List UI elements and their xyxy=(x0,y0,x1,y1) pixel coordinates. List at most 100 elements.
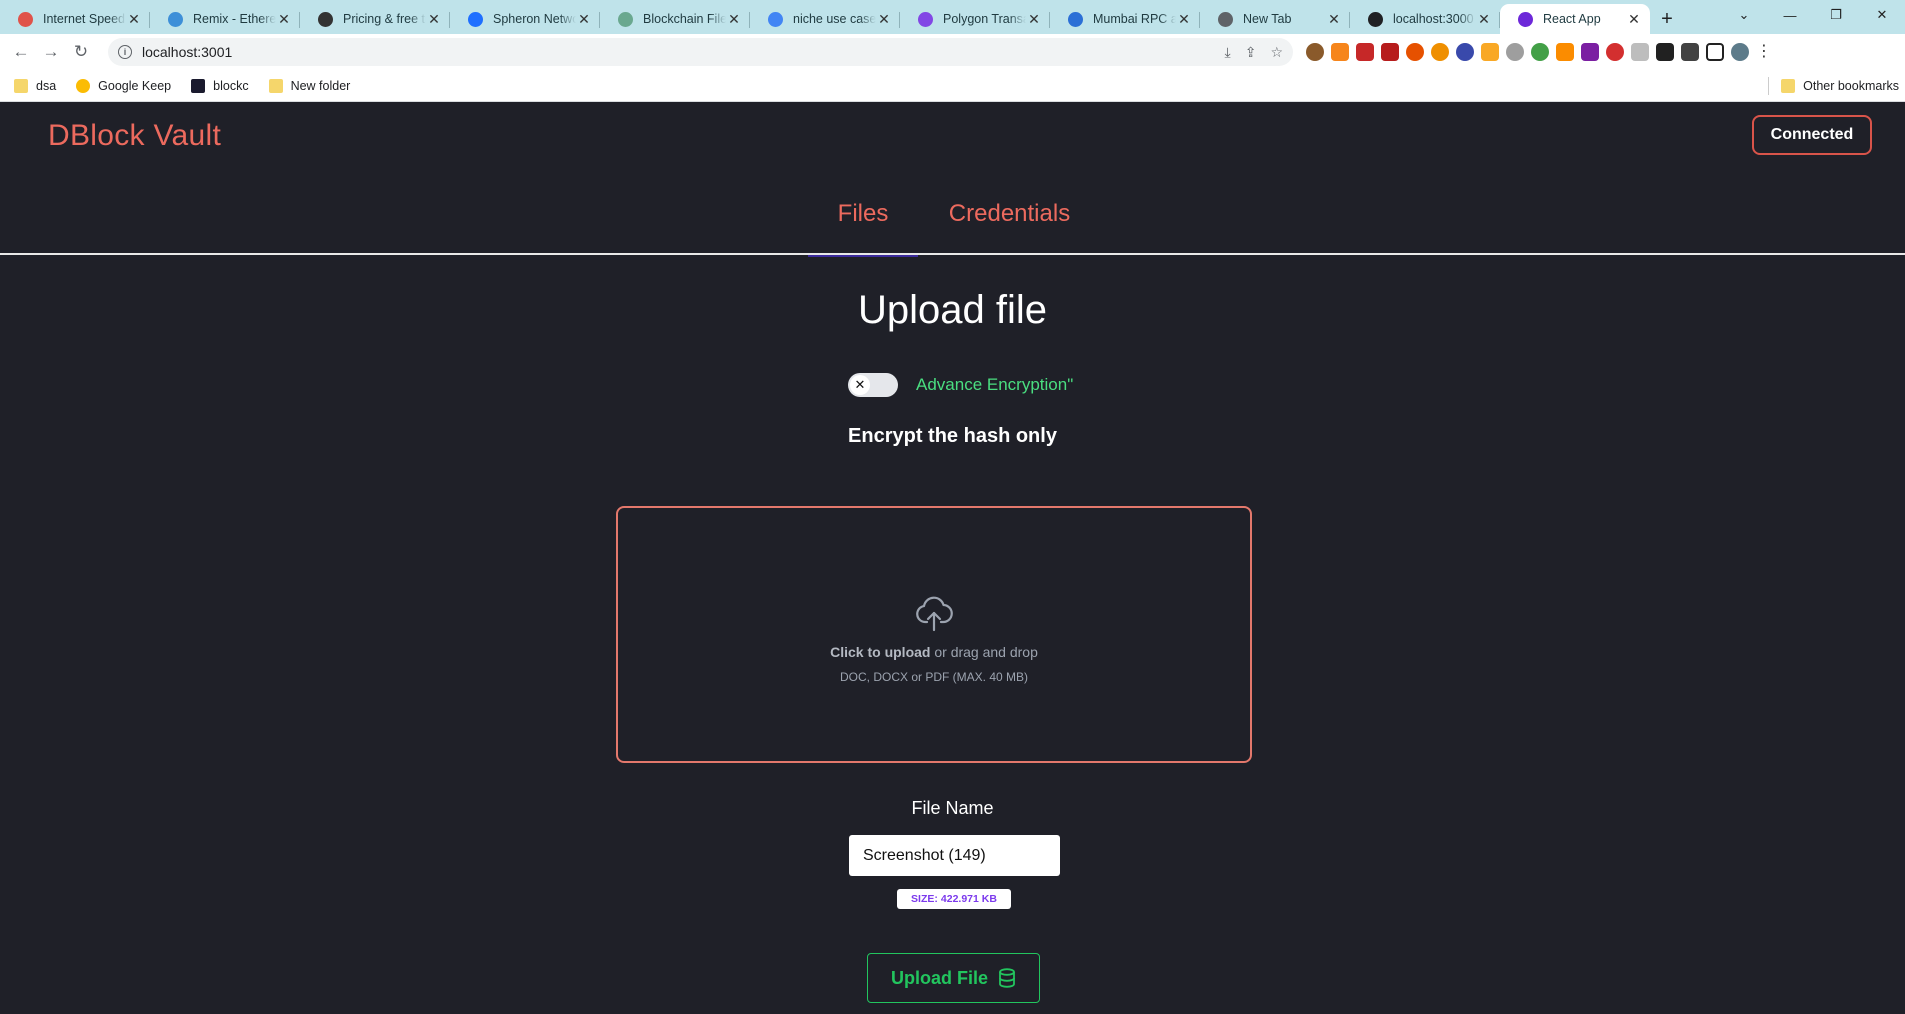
extensions-bar: ⋮ xyxy=(1306,38,1772,66)
bookmarks-bar: dsa Google Keep blockc New folder Other … xyxy=(0,70,1905,102)
browser-tab[interactable]: Polygon Transaction✕ xyxy=(900,4,1050,34)
url-text: localhost:3001 xyxy=(142,44,233,60)
close-icon[interactable]: ✕ xyxy=(876,11,892,27)
file-name-label: File Name xyxy=(911,798,994,818)
connect-wallet-button[interactable]: Connected xyxy=(1752,115,1872,155)
extension-icon[interactable] xyxy=(1431,43,1449,61)
tab-search-icon[interactable]: ⌄ xyxy=(1721,0,1767,30)
close-icon[interactable]: ✕ xyxy=(1026,11,1042,27)
bookmark-item[interactable]: Google Keep xyxy=(76,78,172,93)
menu-kebab-icon[interactable]: ⋮ xyxy=(1756,43,1772,61)
bookmark-label: dsa xyxy=(36,78,57,93)
close-window-icon[interactable]: ✕ xyxy=(1859,0,1905,30)
extension-icon[interactable] xyxy=(1581,43,1599,61)
tab-favicon-icon xyxy=(1068,11,1083,27)
side-panel-icon[interactable] xyxy=(1706,43,1724,61)
restore-icon[interactable]: ❐ xyxy=(1813,0,1859,30)
click-to-upload-text: Click to upload xyxy=(830,643,931,660)
extension-icon[interactable] xyxy=(1306,43,1324,61)
install-icon[interactable]: ⤓ xyxy=(1225,44,1231,61)
tab-title: New Tab xyxy=(1243,12,1292,26)
back-icon[interactable]: ← xyxy=(6,37,36,67)
reload-icon[interactable]: ↻ xyxy=(66,37,96,67)
tab-favicon-icon xyxy=(1218,11,1233,27)
close-icon[interactable]: ✕ xyxy=(1176,11,1192,27)
browser-tab[interactable]: niche use case - Google✕ xyxy=(750,4,900,34)
extension-icon[interactable] xyxy=(1356,43,1374,61)
tab-credentials[interactable]: Credentials xyxy=(932,173,1087,255)
brand-logo[interactable]: DBlock Vault xyxy=(48,119,221,153)
allowed-formats-text: DOC, DOCX or PDF (MAX. 40 MB) xyxy=(839,669,1029,684)
browser-tab[interactable]: Pricing & free trial✕ xyxy=(300,4,450,34)
extension-icon[interactable] xyxy=(1406,43,1424,61)
bookmark-item[interactable]: New folder xyxy=(268,78,351,93)
close-icon[interactable]: ✕ xyxy=(1476,11,1492,27)
file-name-input[interactable] xyxy=(849,835,1060,876)
bookmark-label: Google Keep xyxy=(98,78,172,93)
tab-title: Mumbai RPC and xyxy=(1093,12,1176,26)
divider xyxy=(1768,77,1770,95)
size-value: 422.971 KB xyxy=(940,893,997,905)
extension-icon[interactable] xyxy=(1456,43,1474,61)
close-icon[interactable]: ✕ xyxy=(276,11,292,27)
browser-tab[interactable]: Blockchain File Storage✕ xyxy=(600,4,750,34)
folder-icon xyxy=(1781,79,1796,93)
extension-icon[interactable] xyxy=(1606,43,1624,61)
upload-button-label: Upload File xyxy=(890,967,988,988)
extension-icon[interactable] xyxy=(1556,43,1574,61)
dropzone-instructions: Click to upload or drag and drop xyxy=(830,644,1038,660)
forward-icon[interactable]: → xyxy=(36,37,66,67)
bookmark-label: New folder xyxy=(290,78,351,93)
close-icon[interactable]: ✕ xyxy=(726,11,742,27)
tab-bar: Files Credentials xyxy=(0,173,1905,257)
browser-tab[interactable]: Remix - Ethereum IDE✕ xyxy=(150,4,300,34)
bookmark-item[interactable]: dsa xyxy=(14,78,57,93)
browser-toolbar: ← → ↻ i localhost:3001 ⤓ ⇪ ☆ ⋮ xyxy=(0,34,1905,70)
tab-title: Internet Speed Test xyxy=(43,12,126,26)
file-dropzone[interactable]: Click to upload or drag and drop DOC, DO… xyxy=(616,506,1252,763)
browser-tab[interactable]: New Tab ✕ xyxy=(1200,4,1350,34)
address-bar[interactable]: i localhost:3001 ⤓ ⇪ ☆ xyxy=(108,38,1293,66)
browser-tab-active[interactable]: React App ✕ xyxy=(1500,4,1650,34)
database-icon xyxy=(999,968,1015,988)
other-bookmarks[interactable]: Other bookmarks xyxy=(1781,79,1899,93)
close-icon[interactable]: ✕ xyxy=(1326,11,1342,27)
tab-title: React App xyxy=(1543,12,1601,26)
tab-favicon-icon xyxy=(1368,11,1383,27)
size-key: SIZE: xyxy=(911,893,938,905)
bookmark-label: blockc xyxy=(213,78,249,93)
close-icon[interactable]: ✕ xyxy=(126,11,142,27)
metamask-icon[interactable] xyxy=(1331,43,1349,61)
tab-favicon-icon xyxy=(468,11,483,27)
extensions-puzzle-icon[interactable] xyxy=(1681,43,1699,61)
new-tab-button[interactable]: + xyxy=(1650,4,1684,34)
bookmark-star-icon[interactable]: ☆ xyxy=(1270,44,1283,61)
extension-icon[interactable] xyxy=(1481,43,1499,61)
extension-icon[interactable] xyxy=(1506,43,1524,61)
profile-avatar[interactable] xyxy=(1731,43,1749,61)
browser-tab[interactable]: Mumbai RPC and✕ xyxy=(1050,4,1200,34)
close-icon[interactable]: ✕ xyxy=(576,11,592,27)
close-icon[interactable]: ✕ xyxy=(426,11,442,27)
close-icon[interactable]: ✕ xyxy=(1626,11,1642,27)
browser-tab[interactable]: Spheron Network✕ xyxy=(450,4,600,34)
share-icon[interactable]: ⇪ xyxy=(1245,44,1257,61)
google-keep-icon xyxy=(76,78,91,93)
drag-drop-text: or drag and drop xyxy=(930,643,1038,660)
toggle-label: Advance Encryption" xyxy=(916,375,1074,394)
upload-file-button[interactable]: Upload File xyxy=(867,953,1040,1003)
site-info-icon[interactable]: i xyxy=(118,45,132,59)
minimize-icon[interactable]: — xyxy=(1767,0,1813,30)
tab-files[interactable]: Files xyxy=(808,173,918,257)
tab-title: Blockchain File Storage xyxy=(643,12,726,26)
encryption-toggle[interactable]: ✕ xyxy=(848,373,898,397)
bookmark-item[interactable]: blockc xyxy=(191,78,249,93)
extension-icon[interactable] xyxy=(1656,43,1674,61)
extension-icon[interactable] xyxy=(1381,43,1399,61)
extension-icon[interactable] xyxy=(1631,43,1649,61)
browser-tab[interactable]: localhost:3000 ✕ xyxy=(1350,4,1500,34)
browser-tab-strip: Internet Speed Test✕ Remix - Ethereum ID… xyxy=(0,0,1905,34)
extension-icon[interactable] xyxy=(1531,43,1549,61)
browser-tab[interactable]: Internet Speed Test✕ xyxy=(0,4,150,34)
tab-title: Polygon Transaction xyxy=(943,12,1026,26)
